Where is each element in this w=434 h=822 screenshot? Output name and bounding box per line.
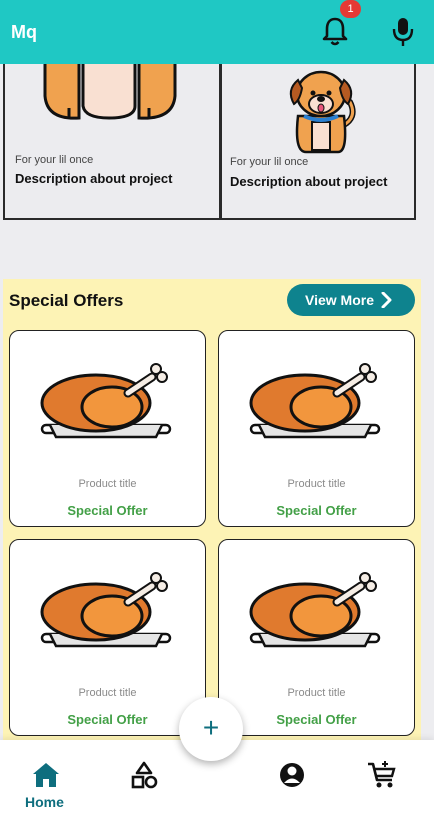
product-title: Product title bbox=[78, 687, 137, 699]
cart-icon bbox=[368, 761, 396, 788]
product-title: Product title bbox=[287, 687, 346, 699]
plus-icon: + bbox=[202, 712, 220, 743]
roast-chicken-icon bbox=[249, 572, 381, 648]
home-icon bbox=[33, 763, 59, 787]
roast-chicken-icon bbox=[249, 363, 381, 439]
project-card[interactable]: For your lil once Description about proj… bbox=[3, 64, 221, 220]
nav-home[interactable] bbox=[29, 758, 63, 792]
product-card[interactable]: Product title Special Offer bbox=[9, 330, 206, 527]
nav-home-label[interactable]: Home bbox=[25, 794, 64, 810]
product-offer-label: Special Offer bbox=[67, 503, 148, 518]
view-more-button[interactable]: View More bbox=[287, 284, 415, 316]
roast-chicken-icon bbox=[40, 572, 172, 648]
voice-search-button[interactable] bbox=[390, 14, 416, 48]
section-title: Special Offers bbox=[9, 291, 124, 310]
roast-chicken-icon bbox=[40, 363, 172, 439]
project-description: Description about project bbox=[15, 171, 173, 186]
special-offers-section: Special Offers View More Product title S… bbox=[3, 279, 421, 740]
product-card[interactable]: Product title Special Offer bbox=[9, 539, 206, 736]
dog-icon bbox=[43, 64, 177, 120]
app-title: Mq bbox=[11, 22, 37, 42]
project-subtitle: For your lil once bbox=[230, 156, 309, 168]
project-description: Description about project bbox=[230, 174, 388, 189]
add-fab-button[interactable]: + bbox=[179, 697, 243, 761]
mic-icon bbox=[392, 18, 414, 46]
product-title: Product title bbox=[78, 478, 137, 490]
product-offer-label: Special Offer bbox=[276, 503, 357, 518]
categories-icon bbox=[131, 761, 158, 789]
nav-profile[interactable] bbox=[275, 758, 309, 792]
product-offer-label: Special Offer bbox=[67, 712, 148, 727]
project-card[interactable]: For your lil once Description about proj… bbox=[220, 64, 416, 220]
notification-button[interactable] bbox=[319, 14, 351, 48]
bell-icon bbox=[322, 17, 348, 46]
product-card[interactable]: Product title Special Offer bbox=[218, 539, 415, 736]
product-title: Product title bbox=[287, 478, 346, 490]
view-more-label: View More bbox=[305, 292, 374, 308]
notification-badge: 1 bbox=[340, 0, 361, 18]
nav-categories[interactable] bbox=[127, 758, 161, 792]
project-subtitle: For your lil once bbox=[15, 154, 94, 166]
app-bar: Mq 1 bbox=[0, 0, 434, 64]
product-card[interactable]: Product title Special Offer bbox=[218, 330, 415, 527]
nav-cart[interactable] bbox=[365, 758, 399, 792]
profile-icon bbox=[280, 763, 304, 787]
product-offer-label: Special Offer bbox=[276, 712, 357, 727]
main-content[interactable]: For your lil once Description about proj… bbox=[0, 64, 434, 740]
dog-icon bbox=[289, 70, 356, 154]
chevron-right-icon bbox=[381, 292, 392, 308]
